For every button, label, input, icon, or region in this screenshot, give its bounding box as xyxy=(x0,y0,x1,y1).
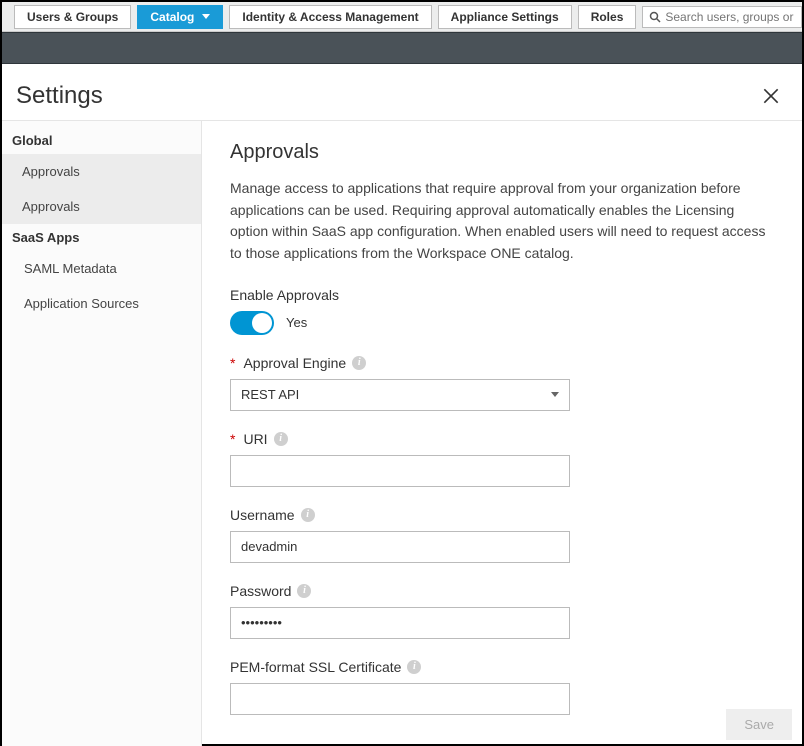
approval-engine-select[interactable]: REST API xyxy=(230,379,570,411)
tab-users-groups[interactable]: Users & Groups xyxy=(14,5,131,29)
search-box[interactable] xyxy=(642,6,802,28)
top-navigation: Users & Groups Catalog Identity & Access… xyxy=(2,2,802,32)
tab-catalog-label: Catalog xyxy=(150,10,194,24)
sidebar-item-approvals-2[interactable]: Approvals xyxy=(2,189,201,224)
content-heading: Approvals xyxy=(230,141,774,164)
chevron-down-icon xyxy=(202,14,210,19)
username-input[interactable] xyxy=(230,531,570,563)
search-icon xyxy=(649,11,661,23)
pem-cert-label: PEM-format SSL Certificate xyxy=(230,659,401,675)
required-asterisk: * xyxy=(230,431,235,447)
close-icon xyxy=(761,86,781,106)
page-title: Settings xyxy=(16,82,103,110)
context-bar xyxy=(2,32,802,64)
tab-roles[interactable]: Roles xyxy=(578,5,637,29)
info-icon[interactable]: i xyxy=(352,356,366,370)
sidebar-item-saml-metadata[interactable]: SAML Metadata xyxy=(2,251,201,286)
tab-catalog[interactable]: Catalog xyxy=(137,5,223,29)
password-label: Password xyxy=(230,583,291,599)
settings-content: Approvals Manage access to applications … xyxy=(202,121,802,746)
toggle-knob xyxy=(252,313,272,333)
pem-cert-input[interactable] xyxy=(230,683,570,715)
sidebar-item-approvals[interactable]: Approvals xyxy=(2,154,201,189)
username-label: Username xyxy=(230,507,295,523)
info-icon[interactable]: i xyxy=(407,660,421,674)
sidebar-section-global: Global xyxy=(2,127,201,154)
uri-label: URI xyxy=(243,431,267,447)
approval-engine-value: REST API xyxy=(241,387,299,402)
required-asterisk: * xyxy=(230,355,235,371)
close-button[interactable] xyxy=(760,85,782,107)
chevron-down-icon xyxy=(551,392,559,397)
sidebar-section-saas: SaaS Apps xyxy=(2,224,201,251)
search-input[interactable] xyxy=(665,10,795,24)
uri-input[interactable] xyxy=(230,455,570,487)
enable-approvals-label: Enable Approvals xyxy=(230,287,774,303)
page-header: Settings xyxy=(2,64,802,121)
toggle-state-label: Yes xyxy=(286,315,307,330)
tab-appliance-settings[interactable]: Appliance Settings xyxy=(438,5,572,29)
enable-approvals-toggle[interactable] xyxy=(230,311,274,335)
info-icon[interactable]: i xyxy=(301,508,315,522)
settings-sidebar: Global Approvals Approvals SaaS Apps SAM… xyxy=(2,121,202,746)
tab-identity-access[interactable]: Identity & Access Management xyxy=(229,5,431,29)
sidebar-item-application-sources[interactable]: Application Sources xyxy=(2,286,201,321)
info-icon[interactable]: i xyxy=(274,432,288,446)
approval-engine-label: Approval Engine xyxy=(243,355,346,371)
info-icon[interactable]: i xyxy=(297,584,311,598)
password-input[interactable] xyxy=(230,607,570,639)
save-button[interactable]: Save xyxy=(726,709,792,740)
content-description: Manage access to applications that requi… xyxy=(230,178,770,265)
